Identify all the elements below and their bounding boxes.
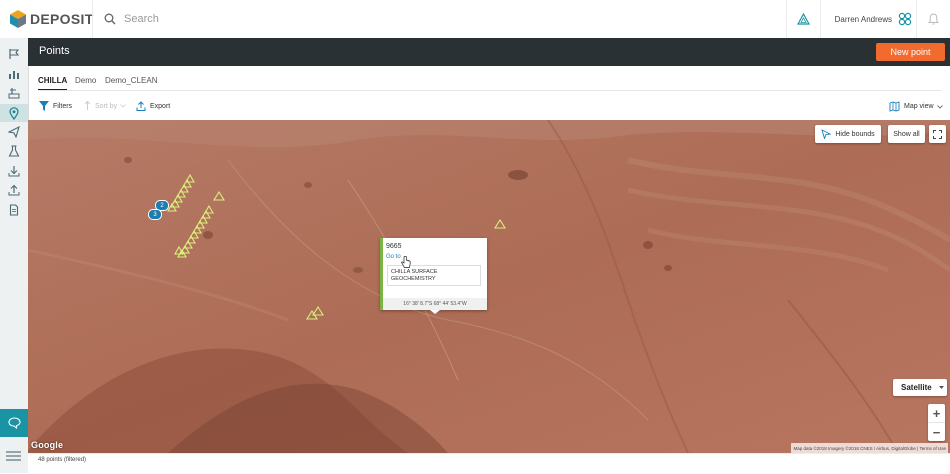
hide-bounds-button[interactable]: Hide bounds: [815, 125, 881, 143]
zoom-out-button[interactable]: −: [928, 423, 945, 441]
chat-button[interactable]: [0, 409, 28, 437]
sample-point-markers[interactable]: [28, 120, 950, 453]
sidebar-item-lab[interactable]: [5, 143, 23, 159]
download-icon: [8, 166, 20, 177]
bar-chart-icon: [9, 71, 19, 79]
export-label: Export: [150, 102, 171, 110]
app-name: DEPOSIT: [30, 11, 94, 27]
sort-label: Sort by: [95, 102, 118, 110]
sidebar-item-reports[interactable]: [5, 202, 23, 218]
user-name: Darren Andrews: [834, 14, 892, 24]
filters-button[interactable]: Filters: [39, 101, 72, 111]
project-tabs: CHILLA Demo Demo_CLEAN: [28, 66, 950, 91]
new-point-button[interactable]: New point: [876, 43, 945, 61]
app-logo[interactable]: DEPOSIT: [9, 9, 94, 29]
sort-icon: [84, 101, 91, 110]
popup-coordinates: 16° 38' 8.7"S 68° 44' 53.4"W: [383, 298, 487, 310]
top-bar: DEPOSIT Darren Andrews: [0, 0, 950, 39]
chevron-down-icon: [936, 104, 943, 109]
popup-tail: [430, 310, 440, 314]
collapse-sidebar-button[interactable]: [5, 448, 22, 466]
map-attribution[interactable]: Map data ©2018 Imagery ©2018 CNES / Airb…: [791, 443, 948, 453]
filter-icon: [39, 101, 49, 111]
caret-down-icon: [938, 386, 944, 389]
drill-icon: [8, 88, 20, 99]
user-menu[interactable]: Darren Andrews: [819, 0, 916, 38]
tab-demo-clean[interactable]: Demo_CLEAN: [105, 76, 157, 85]
sidebar-item-flag[interactable]: [5, 46, 23, 62]
google-logo: Google: [31, 440, 64, 450]
status-bar: 48 points (filtered): [28, 453, 950, 474]
map-view-button[interactable]: Map view: [889, 101, 947, 112]
hide-bounds-label: Hide bounds: [835, 130, 875, 138]
zoom-control: + −: [928, 404, 945, 441]
sidebar-item-charts[interactable]: [5, 66, 23, 82]
export-icon: [136, 101, 146, 111]
fullscreen-icon: [933, 129, 942, 139]
search-input[interactable]: [122, 12, 626, 26]
chat-bubble-icon: [7, 417, 21, 429]
export-button[interactable]: Export: [136, 101, 170, 111]
sidebar-item-points[interactable]: [0, 104, 28, 122]
sidebar-item-send[interactable]: [5, 124, 23, 140]
map-type-label: Satellite: [901, 383, 932, 392]
hand-cursor-icon: [401, 256, 411, 268]
sort-button[interactable]: Sort by: [84, 101, 130, 111]
bounds-icon: [821, 129, 832, 139]
page-header: Points New point: [28, 38, 950, 66]
user-avatar-icon: [898, 12, 912, 26]
map-view-icon: [889, 101, 900, 112]
points-count: 48 points (filtered): [38, 457, 87, 463]
document-icon: [9, 204, 19, 216]
filters-label: Filters: [53, 102, 73, 110]
warning-button[interactable]: [785, 0, 820, 38]
left-sidebar: [0, 38, 29, 473]
sidebar-item-export[interactable]: [5, 182, 23, 198]
sidebar-item-drilling[interactable]: [5, 85, 23, 101]
toolbar: Filters Sort by Export Map view: [28, 91, 950, 120]
flask-icon: [8, 145, 20, 157]
chevron-down-icon: [120, 104, 126, 108]
sidebar-item-import[interactable]: [5, 163, 23, 179]
zoom-in-button[interactable]: +: [928, 404, 945, 423]
popup-goto-link[interactable]: Go to: [386, 254, 401, 260]
fullscreen-button[interactable]: [929, 125, 946, 143]
flag-icon: [9, 49, 20, 59]
upload-icon: [8, 184, 20, 196]
map-type-select[interactable]: Satellite: [893, 379, 947, 396]
notifications-button[interactable]: [916, 0, 950, 38]
collapse-menu-icon: [6, 451, 21, 461]
bell-icon: [928, 13, 939, 25]
search-icon: [104, 13, 116, 25]
tab-demo[interactable]: Demo: [75, 76, 96, 85]
popup-project-name: CHILLA SURFACE GEOCHEMISTRY: [391, 269, 438, 282]
cluster-marker[interactable]: 3: [148, 209, 162, 220]
map-view[interactable]: 2 3 9665 Go to CHILLA SURFACE GEOCHEMIST…: [28, 120, 950, 453]
send-icon: [8, 126, 20, 138]
map-pin-icon: [9, 106, 19, 120]
popup-point-id: 9665: [386, 243, 402, 250]
tab-chilla[interactable]: CHILLA: [38, 76, 67, 85]
point-popup: 9665 Go to CHILLA SURFACE GEOCHEMISTRY 1…: [380, 238, 487, 314]
warning-triangle-icon: [796, 13, 810, 25]
page-title: Points: [39, 45, 70, 57]
map-view-label: Map view: [904, 103, 934, 110]
search-bar[interactable]: [92, 0, 791, 38]
deposit-logo-icon: [10, 10, 26, 28]
show-all-button[interactable]: Show all: [888, 125, 925, 143]
